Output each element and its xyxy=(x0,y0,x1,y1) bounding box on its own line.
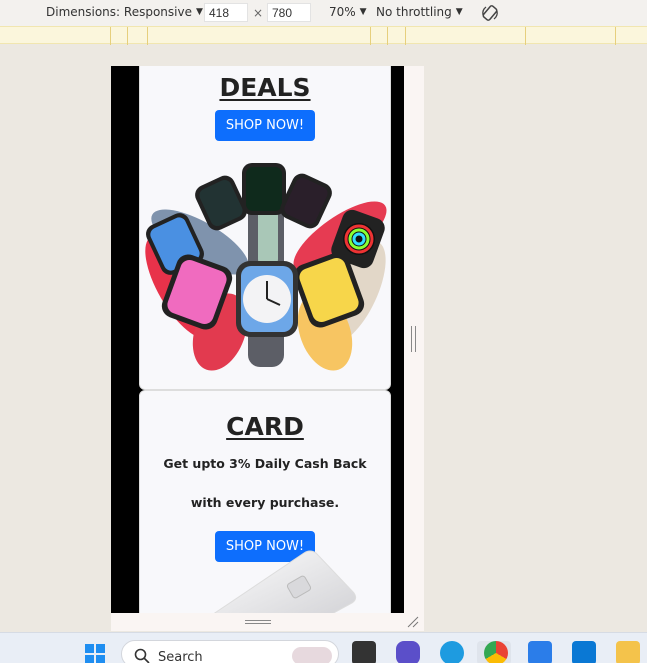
vscode-icon[interactable] xyxy=(572,641,596,663)
media-query-bar[interactable] xyxy=(0,26,647,45)
device-viewport: DEALS SHOP NOW! CARD Get upto 3% Daily C… xyxy=(111,66,404,613)
chevron-down-icon: ▼ xyxy=(359,7,367,17)
rotate-icon[interactable] xyxy=(480,3,500,23)
chevron-down-icon: ▼ xyxy=(455,7,463,17)
cashback-line-2: with every purchase. xyxy=(190,495,340,510)
edge-icon[interactable] xyxy=(440,641,464,663)
horizontal-resize-handle[interactable] xyxy=(245,620,271,624)
task-view-icon[interactable] xyxy=(352,641,376,663)
vertical-resize-handle[interactable] xyxy=(411,326,416,352)
file-explorer-icon[interactable] xyxy=(616,641,640,663)
throttling-label: No throttling xyxy=(376,5,452,19)
search-label: Search xyxy=(158,650,203,663)
chevron-down-icon: ▼ xyxy=(195,7,203,17)
deals-heading: DEALS xyxy=(219,73,311,102)
apple-card-promo: CARD Get upto 3% Daily Cash Back with ev… xyxy=(139,390,391,613)
chrome-icon[interactable] xyxy=(484,641,508,663)
teams-icon[interactable] xyxy=(396,641,420,663)
windows-taskbar: Search xyxy=(0,632,647,663)
dimensions-label: Dimensions: Responsive xyxy=(46,5,192,19)
zoom-label: 70% xyxy=(329,5,356,19)
search-highlight-icon xyxy=(292,647,332,663)
throttling-dropdown[interactable]: No throttling ▼ xyxy=(376,5,463,19)
store-icon[interactable] xyxy=(528,641,552,663)
apple-watches-image xyxy=(145,163,387,371)
search-icon xyxy=(134,648,150,663)
width-input[interactable] xyxy=(204,3,248,22)
deals-card: DEALS SHOP NOW! xyxy=(139,66,391,390)
taskbar-search[interactable]: Search xyxy=(121,640,339,663)
dimensions-dropdown[interactable]: Dimensions: Responsive ▼ xyxy=(46,5,203,19)
deals-shop-now-button[interactable]: SHOP NOW! xyxy=(214,110,316,141)
corner-resize-icon[interactable] xyxy=(406,615,420,629)
card-heading: CARD xyxy=(226,412,304,441)
zoom-dropdown[interactable]: 70% ▼ xyxy=(329,5,367,19)
times-separator: × xyxy=(253,6,264,20)
apple-card-image xyxy=(213,550,357,613)
cashback-line-1: Get upto 3% Daily Cash Back xyxy=(163,456,367,471)
windows-start-icon[interactable] xyxy=(84,643,106,663)
devtools-toolbar: Dimensions: Responsive ▼ × 70% ▼ No thro… xyxy=(0,0,647,26)
height-input[interactable] xyxy=(267,3,311,22)
